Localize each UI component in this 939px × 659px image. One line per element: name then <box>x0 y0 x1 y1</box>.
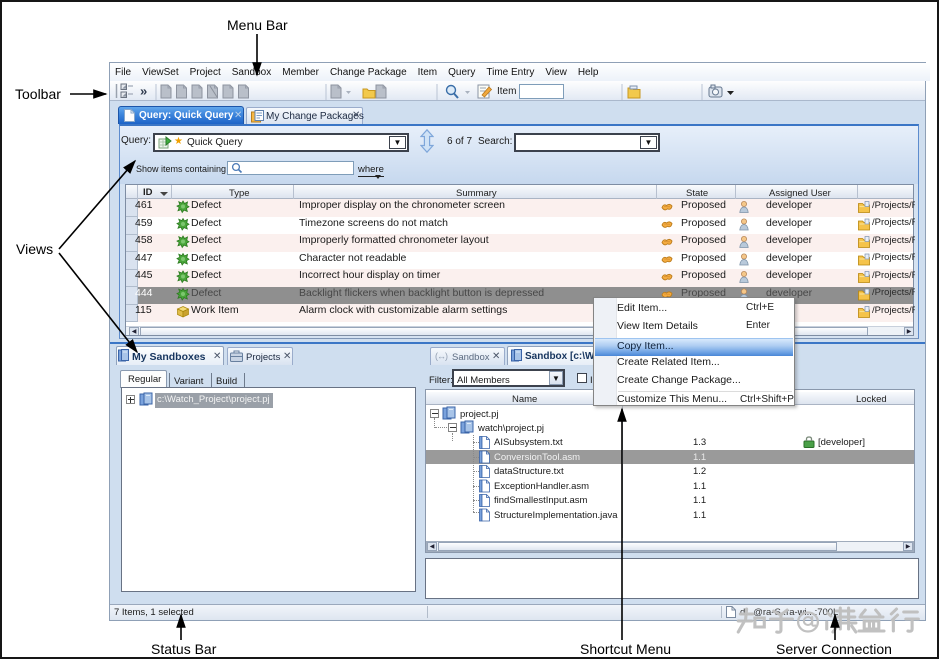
svg-text:»: » <box>140 84 147 99</box>
